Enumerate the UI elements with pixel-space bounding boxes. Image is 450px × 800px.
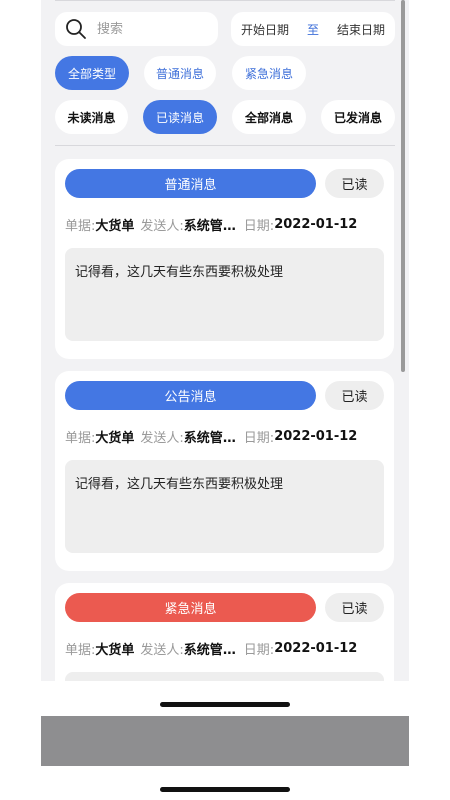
chip-type-normal[interactable]: 普通消息 bbox=[144, 56, 216, 90]
message-card[interactable]: 紧急消息 已读 单据: 大货单 发送人: 系统管理员 日期: 2022-01-1… bbox=[55, 583, 394, 681]
message-content: 记得看，这几天有些东西要积极处理 bbox=[65, 248, 384, 341]
doc-value: 大货单 bbox=[95, 642, 135, 658]
message-type-pill: 公告消息 bbox=[65, 381, 316, 410]
top-divider bbox=[55, 0, 395, 1]
message-type-pill: 普通消息 bbox=[65, 169, 316, 198]
search-input[interactable] bbox=[95, 20, 209, 38]
message-meta: 单据: 大货单 发送人: 系统管理员 日期: 2022-01-12 bbox=[65, 215, 385, 234]
message-type-pill: 紧急消息 bbox=[65, 593, 316, 622]
date-label: 日期: bbox=[243, 430, 275, 446]
home-indicator[interactable] bbox=[160, 787, 290, 792]
date-label: 日期: bbox=[243, 642, 275, 658]
bottom-panel bbox=[41, 716, 409, 766]
message-content: 记得看，这几天有些东西要积极处理 bbox=[65, 460, 384, 553]
message-content bbox=[65, 672, 384, 681]
doc-value: 大货单 bbox=[95, 430, 135, 446]
home-indicator[interactable] bbox=[160, 702, 290, 707]
message-card[interactable]: 公告消息 已读 单据: 大货单 发送人: 系统管理员 日期: 2022-01-1… bbox=[55, 371, 394, 571]
chip-status-unread[interactable]: 未读消息 bbox=[55, 100, 128, 134]
sender-label: 发送人: bbox=[140, 642, 184, 658]
date-label: 日期: bbox=[243, 218, 275, 234]
date-value: 2022-01-12 bbox=[274, 640, 358, 656]
chip-type-urgent[interactable]: 紧急消息 bbox=[232, 56, 306, 90]
message-meta: 单据: 大货单 发送人: 系统管理员 日期: 2022-01-12 bbox=[65, 427, 385, 446]
doc-value: 大货单 bbox=[95, 218, 135, 234]
date-start[interactable]: 开始日期 bbox=[241, 21, 289, 38]
message-card[interactable]: 普通消息 已读 单据: 大货单 发送人: 系统管理员 日期: 2022-01-1… bbox=[55, 159, 394, 359]
chip-status-sent[interactable]: 已发消息 bbox=[321, 100, 395, 134]
chip-type-all[interactable]: 全部类型 bbox=[55, 56, 129, 90]
sender-value: 系统管理员 bbox=[183, 218, 238, 234]
chip-status-read[interactable]: 已读消息 bbox=[143, 100, 217, 134]
sender-value: 系统管理员 bbox=[183, 430, 238, 446]
search-box[interactable] bbox=[55, 12, 218, 46]
doc-label: 单据: bbox=[65, 430, 96, 446]
read-status-button[interactable]: 已读 bbox=[325, 381, 384, 410]
date-end[interactable]: 结束日期 bbox=[337, 21, 385, 38]
date-separator: 至 bbox=[306, 22, 319, 37]
search-icon bbox=[65, 18, 87, 40]
date-value: 2022-01-12 bbox=[274, 216, 358, 232]
chip-status-all[interactable]: 全部消息 bbox=[232, 100, 306, 134]
doc-label: 单据: bbox=[65, 642, 96, 658]
section-divider bbox=[55, 145, 395, 146]
scrollbar[interactable] bbox=[401, 0, 405, 372]
sender-value: 系统管理员 bbox=[183, 642, 238, 658]
read-status-button[interactable]: 已读 bbox=[325, 169, 384, 198]
sender-label: 发送人: bbox=[140, 218, 184, 234]
message-list-screen: 开始日期 至 结束日期 全部类型 普通消息 紧急消息 未读消息 已读消息 全部消… bbox=[41, 0, 409, 681]
doc-label: 单据: bbox=[65, 218, 96, 234]
read-status-button[interactable]: 已读 bbox=[325, 593, 384, 622]
message-meta: 单据: 大货单 发送人: 系统管理员 日期: 2022-01-12 bbox=[65, 639, 385, 658]
date-value: 2022-01-12 bbox=[274, 428, 358, 444]
date-range-picker[interactable]: 开始日期 至 结束日期 bbox=[231, 12, 395, 46]
sender-label: 发送人: bbox=[140, 430, 184, 446]
